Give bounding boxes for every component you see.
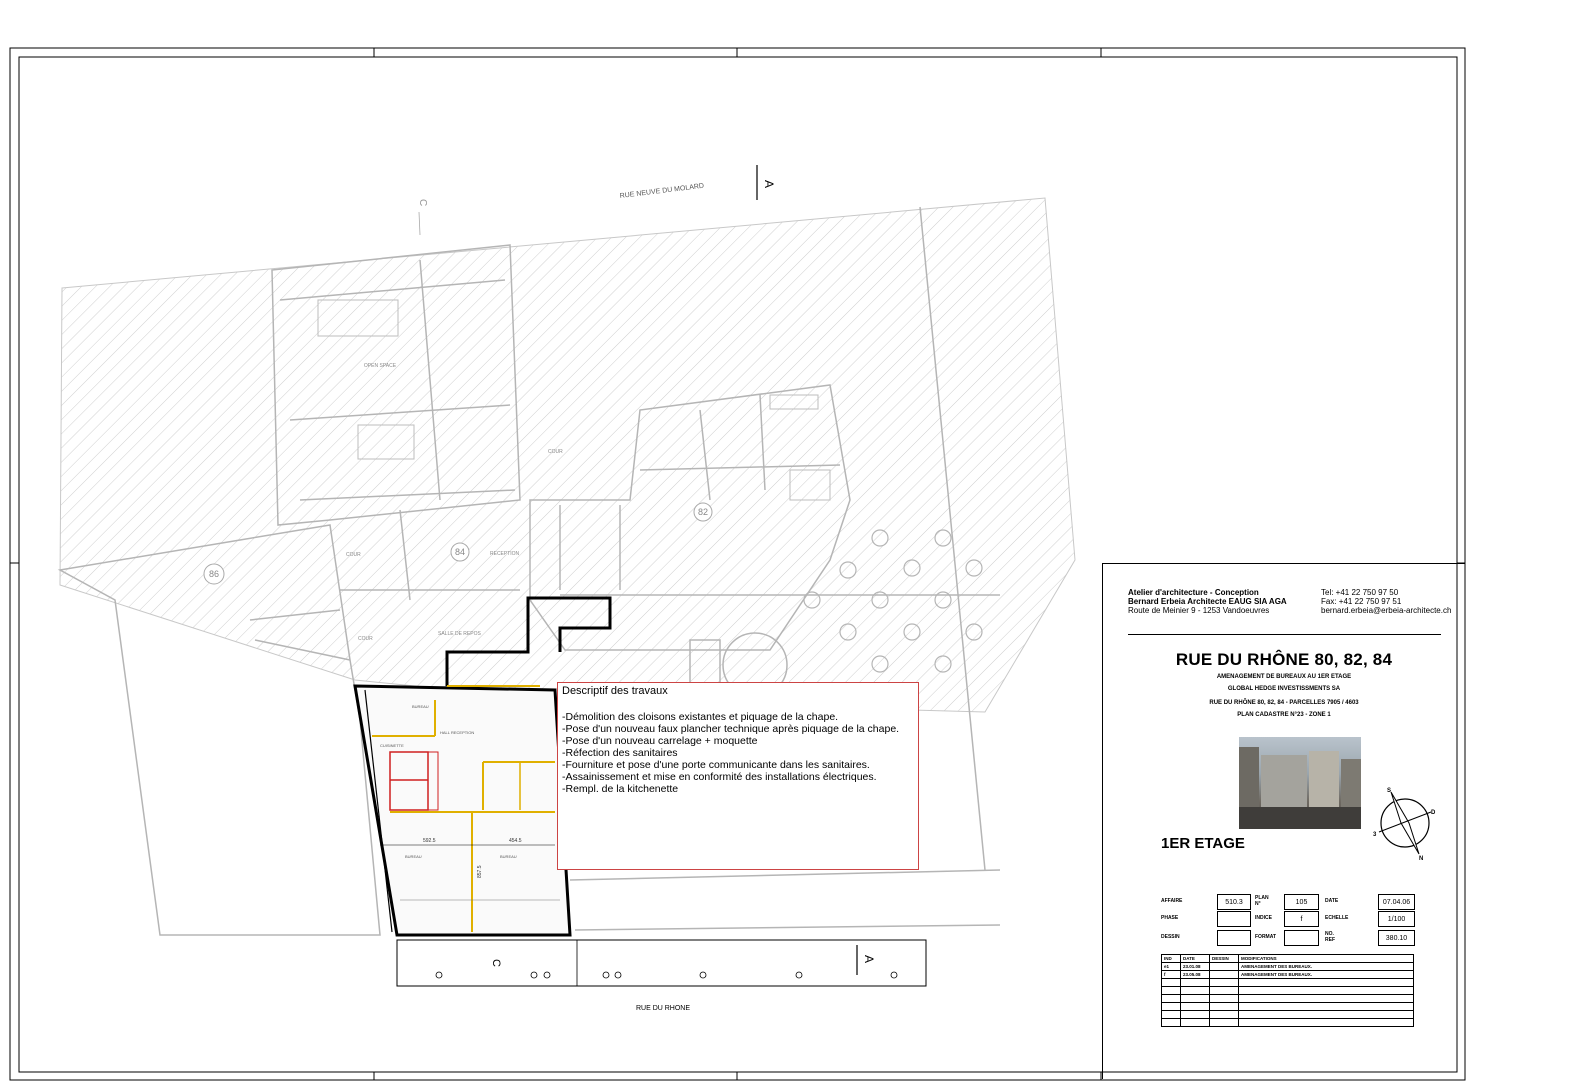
hall-reception-label: HALL RECEPTION (440, 730, 474, 735)
cour-label-2: COUR (346, 552, 361, 558)
project-title: RUE DU RHÔNE 80, 82, 84 (1175, 650, 1393, 669)
subtitle-2: GLOBAL HEDGE INVESTISSMENTS SA (1227, 686, 1341, 692)
affaire-value: 510.3 (1217, 894, 1251, 910)
section-marker-top: A (762, 180, 776, 188)
indice-label: INDICE (1255, 915, 1272, 921)
work-item: -Démolition des cloisons existantes et p… (562, 711, 839, 723)
svg-text:N: N (1419, 856, 1423, 861)
affaire-label: AFFAIRE (1161, 898, 1183, 904)
table-row: e1 23.01.08 AMENAGEMENT DES BUREAUX. (1161, 962, 1414, 971)
work-description-box: Descriptif des travaux -Démolition des c… (557, 682, 919, 870)
subtitle-4: PLAN CADASTRE N°23 - ZONE 1 (1237, 712, 1331, 718)
cuisinette-label: CUISINETTE (380, 743, 404, 748)
grid-marker-c-bottom: C (490, 959, 502, 967)
bureau-label-1: BUREAU (412, 704, 429, 709)
svg-text:3: 3 (1373, 832, 1377, 838)
bureau-label-3: BUREAU (500, 854, 517, 859)
phase-value (1217, 911, 1251, 927)
table-row (1161, 978, 1414, 987)
table-row (1161, 1010, 1414, 1019)
table-row (1161, 1002, 1414, 1011)
axis-markers (435, 971, 898, 979)
office-line-2: Bernard Erbeia Architecte EAUG SIA AGA (1128, 597, 1287, 606)
table-row: f 23.05.08 AMENAGEMENT DES BUREAUX. (1161, 970, 1414, 979)
drawing-sheet: 86 84 82 OPEN SPACE COUR COUR COUR RECEP… (0, 0, 1575, 1088)
cour-label-1: COUR (548, 449, 563, 455)
dimension-3: 857.5 (477, 865, 483, 878)
bureau-label-2: BUREAU (405, 854, 422, 859)
building-86-label: 86 (209, 569, 219, 579)
svg-text:D: D (1431, 810, 1436, 816)
dimension-1: 592.5 (423, 838, 436, 844)
architect-info: Atelier d'architecture - Conception Bern… (1128, 588, 1287, 615)
subtitle-3: RUE DU RHÔNE 80, 82, 84 - PARCELLES 7905… (1209, 700, 1359, 706)
table-header-row: IND DATE DESSIN MODIFICATIONS (1161, 954, 1414, 963)
hatched-zone (59, 197, 1076, 713)
modifications-table: IND DATE DESSIN MODIFICATIONS e1 23.01.0… (1161, 954, 1414, 1027)
format-value (1284, 930, 1319, 946)
table-row (1161, 1018, 1414, 1027)
tel: Tel: +41 22 750 97 50 (1321, 588, 1399, 597)
work-description-list: -Démolition des cloisons existantes et p… (562, 711, 899, 795)
street-top-label: RUE NEUVE DU MOLARD (619, 183, 704, 200)
floor-label: 1ER ETAGE (1161, 835, 1245, 852)
date-value: 07.04.06 (1378, 894, 1415, 910)
ref-value: 380.10 (1378, 930, 1415, 946)
format-label: FORMAT (1255, 934, 1277, 940)
divider (1128, 634, 1441, 635)
building-84-label: 84 (455, 547, 465, 557)
office-line-1: Atelier d'architecture - Conception (1128, 588, 1259, 597)
plan-label: PLAN N° (1255, 895, 1269, 907)
dessin-label: DESSIN (1161, 934, 1180, 940)
bottom-axis-band (396, 939, 927, 987)
work-item: -Pose d'un nouveau carrelage + moquette (562, 735, 758, 747)
open-space-label: OPEN SPACE (364, 363, 397, 369)
dimension-2: 454.5 (509, 838, 522, 844)
echelle-label: ECHELLE (1325, 915, 1349, 921)
fax: Fax: +41 22 750 97 51 (1321, 597, 1402, 606)
section-marker-bottom: A (862, 955, 876, 963)
dessin-value (1217, 930, 1251, 946)
email: bernard.erbeia@erbeia-architecte.ch (1321, 606, 1452, 615)
subtitle-1: AMENAGEMENT DE BUREAUX AU 1ER ETAGE (1216, 674, 1352, 680)
building-photo (1239, 737, 1361, 829)
table-row (1161, 986, 1414, 995)
office-address: Route de Meinier 9 - 1253 Vandoeuvres (1128, 606, 1270, 615)
indice-value: f (1284, 911, 1319, 927)
work-item: -Fourniture et pose d'une porte communic… (562, 759, 870, 771)
compass-icon: S D 3 N (1373, 788, 1436, 861)
salle-repos-label: SALLE DE REPOS (438, 631, 481, 637)
work-item: -Réfection des sanitaires (562, 747, 678, 759)
reception-label: RECEPTION (490, 551, 520, 557)
street-bottom-label: RUE DU RHONE (636, 1005, 690, 1012)
work-item: -Assainissement et mise en conformité de… (562, 771, 877, 783)
table-row (1161, 994, 1414, 1003)
grid-marker-c-top: C (417, 199, 428, 206)
plan-value: 105 (1284, 894, 1319, 910)
svg-text:S: S (1387, 788, 1391, 794)
cour-label-3: COUR (358, 636, 373, 642)
ref-label: NO. REF (1325, 931, 1335, 943)
work-item: -Rempl. de la kitchenette (562, 783, 679, 795)
contact-info: Tel: +41 22 750 97 50 Fax: +41 22 750 97… (1321, 588, 1451, 615)
phase-label: PHASE (1161, 915, 1179, 921)
building-82-label: 82 (698, 507, 708, 517)
work-item: -Pose d'un nouveau faux plancher techniq… (562, 723, 900, 735)
echelle-value: 1/100 (1378, 911, 1415, 927)
date-label: DATE (1325, 898, 1339, 904)
work-description-title: Descriptif des travaux (562, 685, 668, 697)
title-block: Atelier d'architecture - Conception Bern… (1102, 563, 1465, 1079)
